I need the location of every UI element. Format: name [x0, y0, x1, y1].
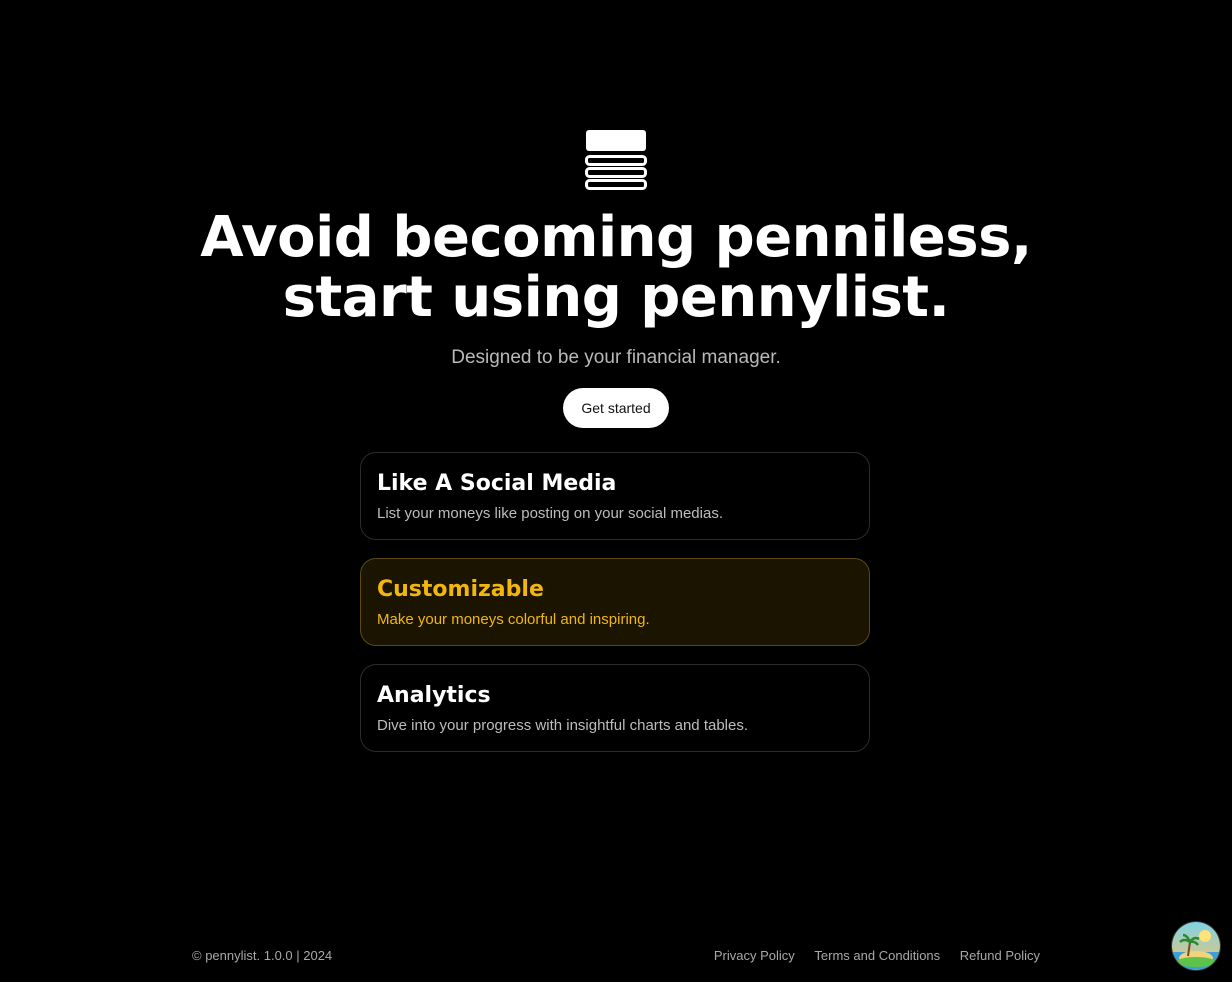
get-started-button[interactable]: Get started: [563, 388, 669, 428]
refund-policy-link[interactable]: Refund Policy: [960, 948, 1040, 963]
feature-title: Customizable: [377, 577, 544, 602]
feature-description: List your moneys like posting on your so…: [377, 505, 723, 522]
feature-title: Like A Social Media: [377, 471, 617, 496]
footer-copyright: © pennylist. 1.0.0 | 2024: [192, 948, 333, 963]
landing-page: Avoid becoming penniless, start using pe…: [0, 0, 1232, 982]
feature-description: Dive into your progress with insightful …: [377, 717, 749, 734]
theme-toggle-button[interactable]: [1172, 922, 1220, 970]
hero-headline-line-1: Avoid becoming penniless,: [200, 205, 1032, 270]
footer-links: Privacy Policy Terms and Conditions Refu…: [698, 947, 1040, 965]
feature-card-social-media: Like A Social Media List your moneys lik…: [360, 452, 870, 540]
stacked-bars-logo-icon: [585, 129, 647, 191]
terms-and-conditions-link[interactable]: Terms and Conditions: [814, 948, 940, 963]
hero-headline: Avoid becoming penniless, start using pe…: [0, 208, 1232, 328]
feature-title: Analytics: [377, 683, 491, 708]
island-sunset-icon: [1172, 922, 1220, 970]
feature-card-customizable: Customizable Make your moneys colorful a…: [360, 558, 870, 646]
hero-headline-line-2: start using pennylist.: [282, 265, 950, 330]
privacy-policy-link[interactable]: Privacy Policy: [714, 948, 795, 963]
feature-card-analytics: Analytics Dive into your progress with i…: [360, 664, 870, 752]
feature-description: Make your moneys colorful and inspiring.: [377, 611, 650, 628]
hero-subtitle: Designed to be your financial manager.: [451, 347, 781, 368]
